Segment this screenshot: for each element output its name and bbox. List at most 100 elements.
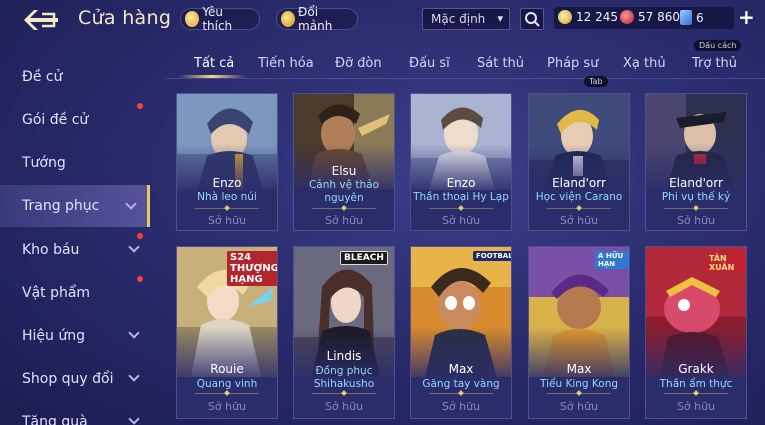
card-currency: 6 — [680, 10, 704, 25]
skin-card[interactable]: Enzo Thần thoại Hy Lạp Sở hữu — [410, 93, 512, 231]
chevron-down-icon — [128, 241, 140, 253]
favorites-button[interactable]: Yêu thích — [180, 5, 260, 33]
tab-all[interactable]: Tất cả — [194, 56, 234, 71]
skin-name: Phi vụ thế kỷ — [661, 191, 731, 203]
category-tabs: Tất cả Tiến hóa Đỡ đòn Đấu sĩ Sát thủ Ph… — [160, 50, 765, 80]
gold-coin-icon — [558, 10, 572, 24]
sidebar-item-label: Gói đề cử — [22, 112, 89, 128]
sidebar-item-heroes[interactable]: Tướng — [0, 144, 150, 182]
tab-marksman[interactable]: Xạ thủ — [623, 56, 666, 71]
skin-card[interactable]: Enzo Nhà leo núi Sở hữu — [176, 93, 278, 231]
hero-name: Eland'orr — [669, 176, 723, 190]
owned-status: Sở hữu — [441, 214, 481, 227]
sidebar: Đề cử Gói đề cử Tướng Trang phục Kho báu… — [0, 50, 150, 425]
skin-card[interactable]: Elsu Cảnh vệ thảo nguyên Sở hữu — [293, 93, 395, 231]
notification-dot — [137, 103, 143, 109]
sidebar-item-label: Trang phục — [22, 198, 100, 214]
card-divider — [547, 208, 611, 209]
search-button[interactable] — [520, 8, 544, 30]
hero-name: Grakk — [678, 362, 714, 376]
chevron-down-icon — [128, 413, 140, 425]
skin-card[interactable]: A HỮU HẠN Max Tiểu King Kong Sở hữu — [528, 246, 630, 419]
hero-name: Max — [448, 362, 474, 376]
hero-name: Lindis — [326, 349, 362, 363]
sidebar-item-skins[interactable]: Trang phục — [0, 185, 150, 227]
event-badge: FOOTBALL — [473, 251, 511, 261]
chevron-down-icon — [128, 327, 140, 339]
event-badge: A HỮU HẠN — [595, 251, 629, 269]
skin-card[interactable]: BLEACH Lindis Đồng phục Shihakusho Sở hữ… — [293, 246, 395, 419]
sidebar-item-recommended[interactable]: Đề cử — [0, 58, 150, 96]
sidebar-item-label: Hiệu ứng — [22, 328, 85, 344]
skin-card[interactable]: Eland'orr Phi vụ thế kỷ Sở hữu — [645, 93, 747, 231]
card-icon — [680, 10, 692, 25]
card-divider — [195, 393, 259, 394]
skin-card[interactable]: FOOTBALL Max Găng tay vàng Sở hữu — [410, 246, 512, 419]
tabs-divider — [165, 78, 765, 79]
keyboard-hint-tab: Tab — [584, 76, 608, 87]
add-currency-button[interactable]: + — [738, 7, 755, 27]
card-amount: 6 — [696, 10, 704, 25]
sidebar-item-label: Kho báu — [22, 242, 80, 258]
sidebar-item-items[interactable]: Vật phẩm — [0, 274, 150, 312]
skin-name: Thần ẩm thực — [659, 378, 733, 390]
skin-card[interactable]: TÂN XUÂN Grakk Thần ẩm thực Sở hữu — [645, 246, 747, 419]
gold-currency: 12 245 — [558, 10, 618, 24]
sort-value: Mặc định — [431, 12, 486, 26]
fragment-exchange-button[interactable]: Đổi mảnh — [276, 5, 358, 33]
skin-name: Học viện Carano — [535, 191, 623, 203]
owned-status: Sở hữu — [441, 400, 481, 413]
coin-icon — [281, 11, 296, 27]
chevron-down-icon: ▾ — [497, 12, 503, 25]
skin-name: Quang vinh — [196, 378, 258, 390]
hero-name: Max — [566, 362, 592, 376]
back-arrow-icon[interactable] — [20, 8, 62, 32]
skin-name: Găng tay vàng — [422, 378, 500, 390]
hero-name: Eland'orr — [552, 176, 606, 190]
sidebar-item-label: Tướng — [22, 155, 66, 171]
tab-mage[interactable]: Pháp sư — [547, 56, 598, 71]
page-title: Cửa hàng — [78, 7, 172, 29]
card-divider — [429, 208, 493, 209]
owned-status: Sở hữu — [207, 400, 247, 413]
sort-dropdown[interactable]: Mặc định ▾ — [422, 8, 510, 30]
skin-name: Cảnh vệ thảo nguyên — [308, 179, 380, 204]
search-icon — [525, 12, 540, 27]
notification-dot — [137, 233, 143, 239]
tab-fighter[interactable]: Đấu sĩ — [409, 56, 450, 71]
skin-name: Đồng phục Shihakusho — [313, 365, 375, 390]
sidebar-item-exchange-shop[interactable]: Shop quy đổi — [0, 360, 150, 398]
sidebar-item-label: Shop quy đổi — [22, 371, 114, 387]
hero-name: Elsu — [331, 164, 357, 178]
hero-name: Enzo — [446, 176, 476, 190]
tab-tank[interactable]: Đỡ đòn — [335, 56, 382, 71]
sidebar-item-bundles[interactable]: Gói đề cử — [0, 101, 150, 139]
skin-name: Tiểu King Kong — [539, 378, 619, 390]
gold-amount: 12 245 — [576, 10, 618, 24]
sidebar-item-gifting[interactable]: Tặng quà — [0, 403, 150, 425]
owned-status: Sở hữu — [207, 214, 247, 227]
card-divider — [195, 208, 259, 209]
currency-bar: 12 245 57 860 6 — [554, 7, 734, 29]
sidebar-item-label: Vật phẩm — [22, 285, 91, 301]
tab-evolution[interactable]: Tiến hóa — [258, 56, 314, 71]
skin-card[interactable]: S24 THƯỢNG HẠNG Rouie Quang vinh Sở hữu — [176, 246, 278, 419]
tab-assassin[interactable]: Sát thủ — [477, 56, 524, 71]
ruby-icon — [620, 10, 634, 24]
event-badge: S24 THƯỢNG HẠNG — [227, 251, 277, 286]
event-badge: BLEACH — [340, 251, 388, 265]
top-bar: Cửa hàng Yêu thích Đổi mảnh Mặc định ▾ 1… — [0, 0, 765, 38]
heart-icon — [185, 11, 200, 27]
hero-name: Rouie — [210, 362, 244, 376]
card-divider — [312, 393, 376, 394]
chevron-down-icon — [125, 198, 137, 210]
sidebar-item-label: Đề cử — [22, 69, 63, 85]
owned-status: Sở hữu — [676, 400, 716, 413]
skin-card[interactable]: Eland'orr Học viện Carano Sở hữu — [528, 93, 630, 231]
card-divider — [312, 208, 376, 209]
skin-name: Thần thoại Hy Lạp — [413, 191, 509, 203]
sidebar-item-effects[interactable]: Hiệu ứng — [0, 317, 150, 355]
fragment-exchange-label: Đổi mảnh — [298, 5, 333, 33]
sidebar-item-treasure[interactable]: Kho báu — [0, 231, 150, 269]
tab-support[interactable]: Trợ thủ — [692, 56, 737, 71]
